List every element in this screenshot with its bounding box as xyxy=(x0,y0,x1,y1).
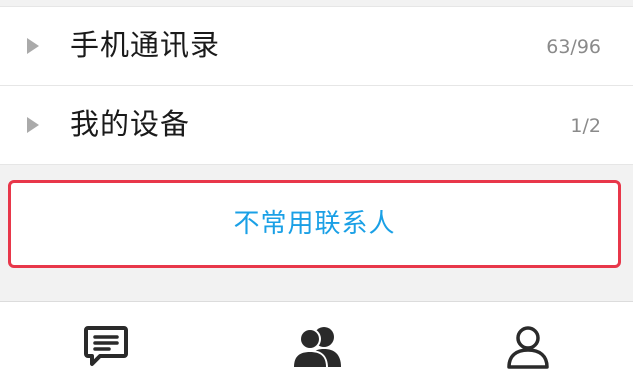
contacts-screen: 手机通讯录 63/96 我的设备 1/2 不常用联系人 xyxy=(0,0,633,388)
group-count: 63/96 xyxy=(546,36,601,58)
tab-contacts[interactable] xyxy=(211,302,422,388)
tab-profile[interactable] xyxy=(422,302,633,388)
group-row-my-devices[interactable]: 我的设备 1/2 xyxy=(0,86,633,164)
uncommon-contacts-label: 不常用联系人 xyxy=(233,209,396,239)
group-name: 手机通讯录 xyxy=(70,28,221,62)
profile-icon xyxy=(506,326,549,369)
bottom-tab-bar xyxy=(0,301,633,388)
tab-messages[interactable] xyxy=(0,302,211,388)
expand-arrow-icon xyxy=(27,38,39,54)
uncommon-contacts-button[interactable]: 不常用联系人 xyxy=(8,180,621,268)
expand-arrow-icon xyxy=(27,117,39,133)
message-icon xyxy=(83,326,128,366)
group-name: 我的设备 xyxy=(70,107,191,141)
group-row-phone-contacts[interactable]: 手机通讯录 63/96 xyxy=(0,7,633,85)
contacts-icon xyxy=(291,327,341,368)
group-count: 1/2 xyxy=(570,115,601,137)
